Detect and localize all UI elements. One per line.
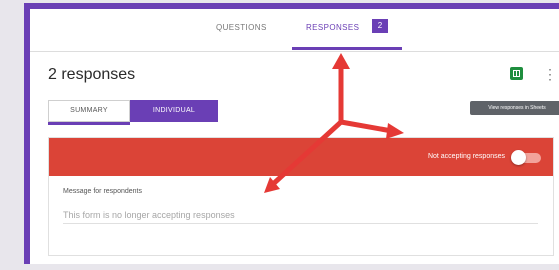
arrowhead-up xyxy=(332,53,350,69)
sheets-tooltip: View responses in Sheets xyxy=(470,101,559,115)
responses-card: Not accepting responses Message for resp… xyxy=(48,137,554,256)
sheets-icon[interactable] xyxy=(510,67,523,80)
tab-questions[interactable]: QUESTIONS xyxy=(216,23,267,32)
message-label: Message for respondents xyxy=(63,188,142,195)
accepting-toggle-knob[interactable] xyxy=(511,150,526,165)
summary-view-button[interactable]: SUMMARY xyxy=(48,100,130,122)
arrow-right xyxy=(338,119,395,134)
not-accepting-banner: Not accepting responses xyxy=(49,138,553,176)
tab-responses[interactable]: RESPONSES xyxy=(306,23,359,32)
responses-count-title: 2 responses xyxy=(48,66,136,83)
responses-count-badge: 2 xyxy=(372,19,388,33)
not-accepting-label: Not accepting responses xyxy=(427,153,505,160)
tabs-bar: QUESTIONS RESPONSES 2 xyxy=(30,9,559,52)
more-vert-icon[interactable]: ⋮ xyxy=(543,66,557,82)
message-input-underline xyxy=(63,223,538,224)
summary-selected-indicator xyxy=(48,122,130,125)
forms-window: QUESTIONS RESPONSES 2 2 responses ⋮ View… xyxy=(24,3,559,264)
active-tab-indicator xyxy=(292,47,402,50)
individual-view-button[interactable]: INDIVIDUAL xyxy=(130,100,218,122)
message-input[interactable]: This form is no longer accepting respons… xyxy=(63,210,235,220)
